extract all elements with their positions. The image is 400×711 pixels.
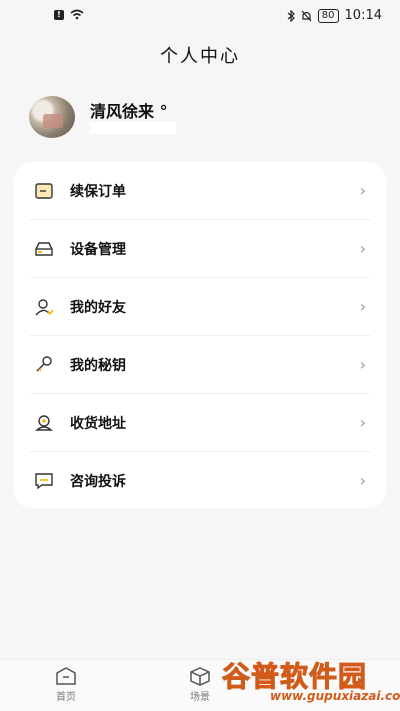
menu-item-consult-complaint[interactable]: 咨询投诉 › <box>14 452 386 510</box>
tab-home[interactable]: 首页 <box>36 666 96 703</box>
status-bar: ! 80 10:14 <box>0 0 400 34</box>
tab-label: 首页 <box>56 692 76 703</box>
chevron-right-icon: › <box>359 297 366 316</box>
menu-item-shipping-address[interactable]: 收货地址 › <box>14 394 386 452</box>
tab-label: 场景 <box>190 692 210 703</box>
menu-item-label: 收货地址 <box>70 416 126 432</box>
message-icon <box>35 473 53 490</box>
battery-indicator: 80 <box>317 8 339 23</box>
sim-alert-icon: ! <box>54 9 64 20</box>
watermark: 谷普软件园 www.gupuxiazai.com <box>220 655 400 711</box>
bluetooth-icon <box>287 9 295 22</box>
username: 清风徐来 ° <box>90 102 168 121</box>
mute-bell-icon <box>301 10 312 21</box>
chevron-right-icon: › <box>359 239 366 258</box>
menu-item-label: 续保订单 <box>70 184 126 200</box>
device-icon <box>35 242 53 256</box>
key-icon <box>36 356 52 372</box>
chevron-right-icon: › <box>359 471 366 490</box>
order-icon <box>35 183 53 199</box>
chevron-right-icon: › <box>359 355 366 374</box>
menu-item-my-keys[interactable]: 我的秘钥 › <box>14 336 386 394</box>
user-subtitle-placeholder <box>90 122 176 134</box>
menu-item-label: 我的好友 <box>70 300 126 316</box>
clock: 10:14 <box>344 8 382 23</box>
menu-item-label: 咨询投诉 <box>70 474 126 490</box>
status-left: ! <box>54 9 84 20</box>
menu-item-label: 设备管理 <box>70 242 126 258</box>
wifi-icon <box>70 9 84 20</box>
status-right: 80 10:14 <box>287 8 382 23</box>
address-icon <box>35 415 53 431</box>
chevron-right-icon: › <box>359 413 366 432</box>
menu-item-my-friends[interactable]: 我的好友 › <box>14 278 386 336</box>
page-title: 个人中心 <box>160 46 240 67</box>
profile-section[interactable]: 清风徐来 ° <box>29 96 369 138</box>
menu-item-label: 我的秘钥 <box>70 358 126 374</box>
menu-item-renewal-orders[interactable]: 续保订单 › <box>14 162 386 220</box>
home-icon <box>56 667 76 685</box>
avatar[interactable] <box>29 96 75 138</box>
box-icon <box>190 667 210 686</box>
watermark-url: www.gupuxiazai.com <box>270 689 400 703</box>
friend-icon <box>35 299 54 316</box>
menu-item-device-management[interactable]: 设备管理 › <box>14 220 386 278</box>
menu-card: 续保订单 › 设备管理 › 我的好友 › 我的秘钥 › 收货地址 › 咨询投诉 … <box>14 162 386 508</box>
chevron-right-icon: › <box>359 181 366 200</box>
